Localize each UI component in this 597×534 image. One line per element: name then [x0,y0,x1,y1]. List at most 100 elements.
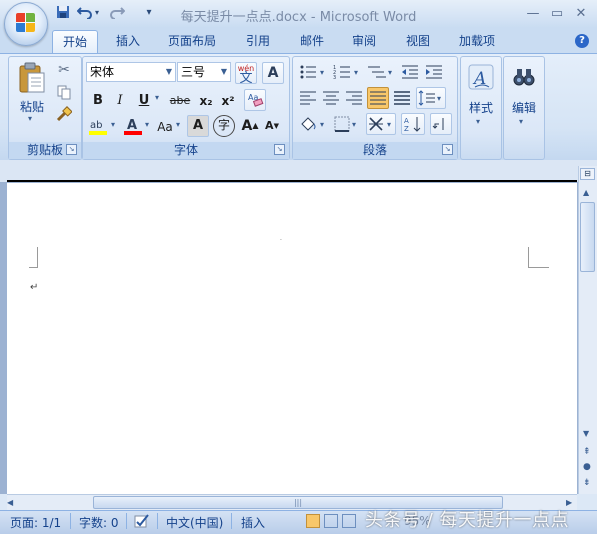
distributed-button[interactable] [392,88,412,108]
format-painter-icon[interactable] [56,106,73,122]
text-highlight-icon: ab [89,120,107,135]
vertical-scrollbar[interactable]: ⊟ ▲ ▼ ⇞ ● ⇟ [578,166,597,494]
svg-text:▾: ▾ [354,68,358,77]
paragraph-launcher-icon[interactable]: ↘ [442,144,453,155]
tab-references[interactable]: 引用 [236,30,280,52]
minimize-icon[interactable]: — [524,6,542,22]
font-color-dropdown-icon[interactable]: ▾ [145,120,149,129]
ruler-toggle-icon[interactable]: ⊟ [580,168,595,180]
scroll-up-icon[interactable]: ▲ [583,188,589,197]
previous-page-icon[interactable]: ⇞ [583,447,591,457]
maximize-icon[interactable]: ▭ [548,6,566,22]
paragraph-mark-icon [432,118,444,130]
decrease-indent-icon [402,65,418,79]
strikethrough-button[interactable]: abe [166,90,194,110]
tab-addins[interactable]: 加载项 [450,30,504,52]
chevron-down-icon: ▼ [220,67,227,76]
chevron-down-icon: ▼ [165,67,172,76]
cut-icon[interactable]: ✂ [56,62,72,78]
styles-group[interactable]: A 样式 ▾ [460,56,502,160]
paste-button[interactable]: 粘贴 ▾ [14,60,50,130]
underline-button[interactable]: U [134,90,154,110]
font-color-icon: A [124,118,142,135]
justify-icon [370,91,386,105]
full-screen-reading-view-icon[interactable] [324,514,338,528]
char-border-button[interactable]: A [262,62,284,84]
office-button[interactable] [4,2,48,46]
clear-formatting-button[interactable]: Aa [244,89,266,111]
select-browse-object-icon[interactable]: ● [583,462,591,472]
top-right-margin-mark [528,247,549,268]
bullets-button[interactable]: ▾ [298,62,328,82]
line-spacing-button[interactable]: ▾ [416,87,446,109]
numbering-button[interactable]: 1 2 3 ▾ [332,62,362,82]
next-page-icon[interactable]: ⇟ [583,478,591,488]
grow-font-button[interactable]: A▲ [240,115,260,135]
distributed-icon [394,91,410,105]
phonetic-guide-button[interactable]: wén 文 [235,62,257,85]
sort-button[interactable]: AZ [401,113,425,135]
insert-mode-indicator[interactable]: 插入 [241,514,265,531]
highlight-dropdown-icon[interactable]: ▾ [111,120,115,129]
change-case-button[interactable]: Aa [154,116,176,136]
shrink-font-button[interactable]: A▼ [262,115,282,135]
tab-insert[interactable]: 插入 [106,30,150,52]
justify-button[interactable] [367,87,389,109]
status-divider [70,513,71,529]
help-icon[interactable]: ? [575,34,589,48]
svg-text:A: A [472,69,486,89]
language-indicator[interactable]: 中文(中国) [166,514,223,531]
web-layout-view-icon[interactable] [342,514,356,528]
clipboard-launcher-icon[interactable]: ↘ [66,144,77,155]
superscript-button[interactable]: x² [218,90,238,110]
borders-button[interactable]: ▾ [332,114,362,134]
increase-indent-button[interactable] [424,62,444,82]
enclose-characters-button[interactable]: 字 [213,115,235,137]
tab-home[interactable]: 开始 [52,30,98,53]
scroll-down-icon[interactable]: ▼ [583,429,589,438]
char-shading-button[interactable]: A [187,115,209,137]
font-size-combo[interactable]: 三号 ▼ [177,62,231,82]
font-color-button[interactable]: A [122,116,144,136]
change-case-dropdown-icon[interactable]: ▾ [176,120,180,129]
document-page[interactable]: · ↵ [7,183,577,494]
tab-page-layout[interactable]: 页面布局 [160,30,224,52]
paste-label: 粘贴 [19,100,44,114]
word-count[interactable]: 字数: 0 [79,514,119,531]
italic-button[interactable]: I [110,90,130,110]
grow-font-label: A [241,118,253,134]
tab-mailings[interactable]: 邮件 [290,30,334,52]
sort-az-icon: AZ [404,117,421,133]
chinese-layout-button[interactable]: ▾ [366,113,396,135]
align-left-button[interactable] [298,88,318,108]
show-marks-button[interactable] [430,113,452,135]
multilevel-list-button[interactable]: ▾ [366,62,396,82]
page-count[interactable]: 页面: 1/1 [10,514,61,531]
decrease-indent-button[interactable] [400,62,420,82]
text-highlight-button[interactable]: ab [88,116,110,136]
font-launcher-icon[interactable]: ↘ [274,144,285,155]
svg-text:▾: ▾ [437,94,441,103]
tab-view[interactable]: 视图 [396,30,440,52]
numbering-icon: 123▾ [333,65,358,81]
align-left-icon [300,91,316,105]
print-layout-view-icon[interactable] [306,514,320,528]
editing-group[interactable]: 编辑 ▾ [503,56,545,160]
styles-icon: A [468,64,494,90]
align-center-button[interactable] [321,88,341,108]
cursor-marker: · [280,237,282,244]
vertical-scroll-thumb[interactable] [580,202,595,272]
subscript-button[interactable]: x₂ [196,90,216,110]
align-right-button[interactable] [344,88,364,108]
copy-icon[interactable] [56,84,72,100]
svg-text:ab: ab [90,120,102,131]
underline-dropdown-icon[interactable]: ▾ [155,93,159,102]
shading-button[interactable]: ▾ [298,114,330,134]
scroll-left-icon[interactable]: ◀ [7,498,13,507]
tab-review[interactable]: 审阅 [342,30,386,52]
bold-button[interactable]: B [88,90,108,110]
svg-text:▾: ▾ [352,120,356,129]
font-name-combo[interactable]: 宋体 ▼ [86,62,176,82]
close-icon[interactable]: ✕ [572,6,590,22]
proofing-icon[interactable] [133,513,151,529]
